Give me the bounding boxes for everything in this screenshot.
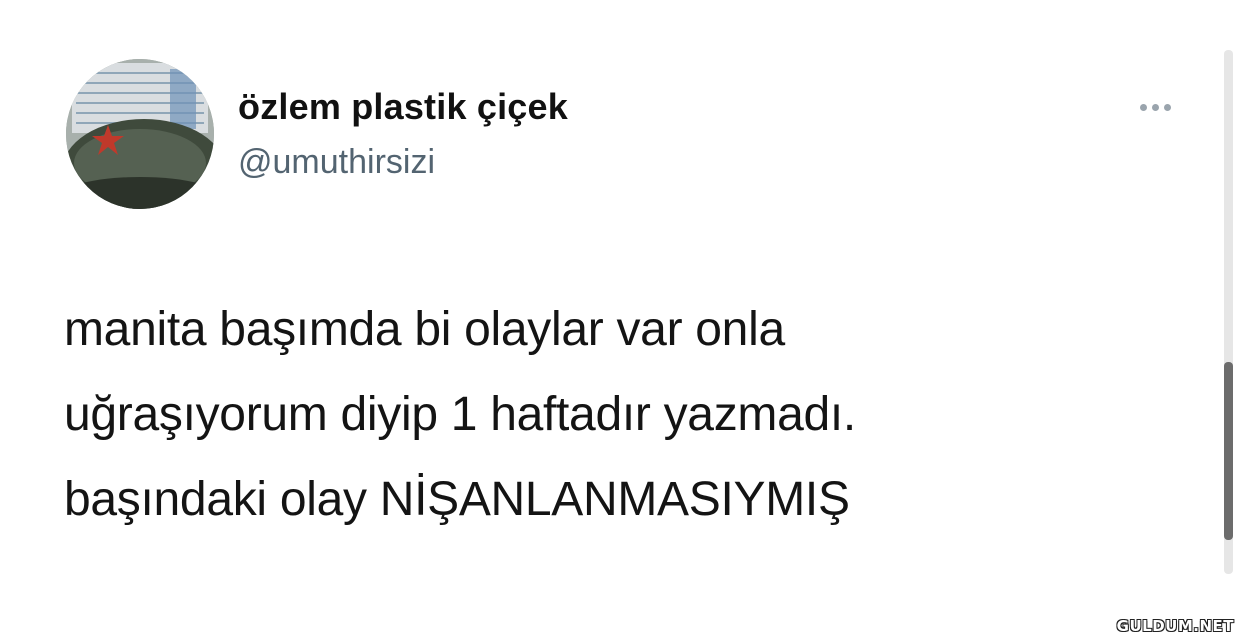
tweet-text: manita başımda bi olaylar var onla uğraş… bbox=[64, 287, 1184, 542]
more-dot bbox=[1151, 103, 1159, 111]
tweet-text-line: manita başımda bi olaylar var onla bbox=[64, 303, 785, 356]
avatar-image bbox=[66, 59, 214, 209]
user-handle[interactable]: @umuthirsizi bbox=[238, 143, 435, 182]
scrollbar[interactable] bbox=[1224, 50, 1233, 574]
avatar[interactable] bbox=[66, 59, 214, 209]
tweet-card: özlem plastik çiçek @umuthirsizi manita … bbox=[0, 0, 1242, 638]
tweet-text-line: başındaki olay NİŞANLANMASIYMIŞ bbox=[64, 473, 850, 526]
scrollbar-thumb[interactable] bbox=[1224, 362, 1233, 540]
more-dot bbox=[1139, 103, 1147, 111]
display-name[interactable]: özlem plastik çiçek bbox=[238, 86, 568, 128]
more-dot bbox=[1163, 103, 1171, 111]
watermark-logo: GULDUM.NET bbox=[1116, 617, 1234, 635]
more-options-icon[interactable] bbox=[1128, 92, 1182, 122]
tweet-text-line: uğraşıyorum diyip 1 haftadır yazmadı. bbox=[64, 388, 856, 441]
